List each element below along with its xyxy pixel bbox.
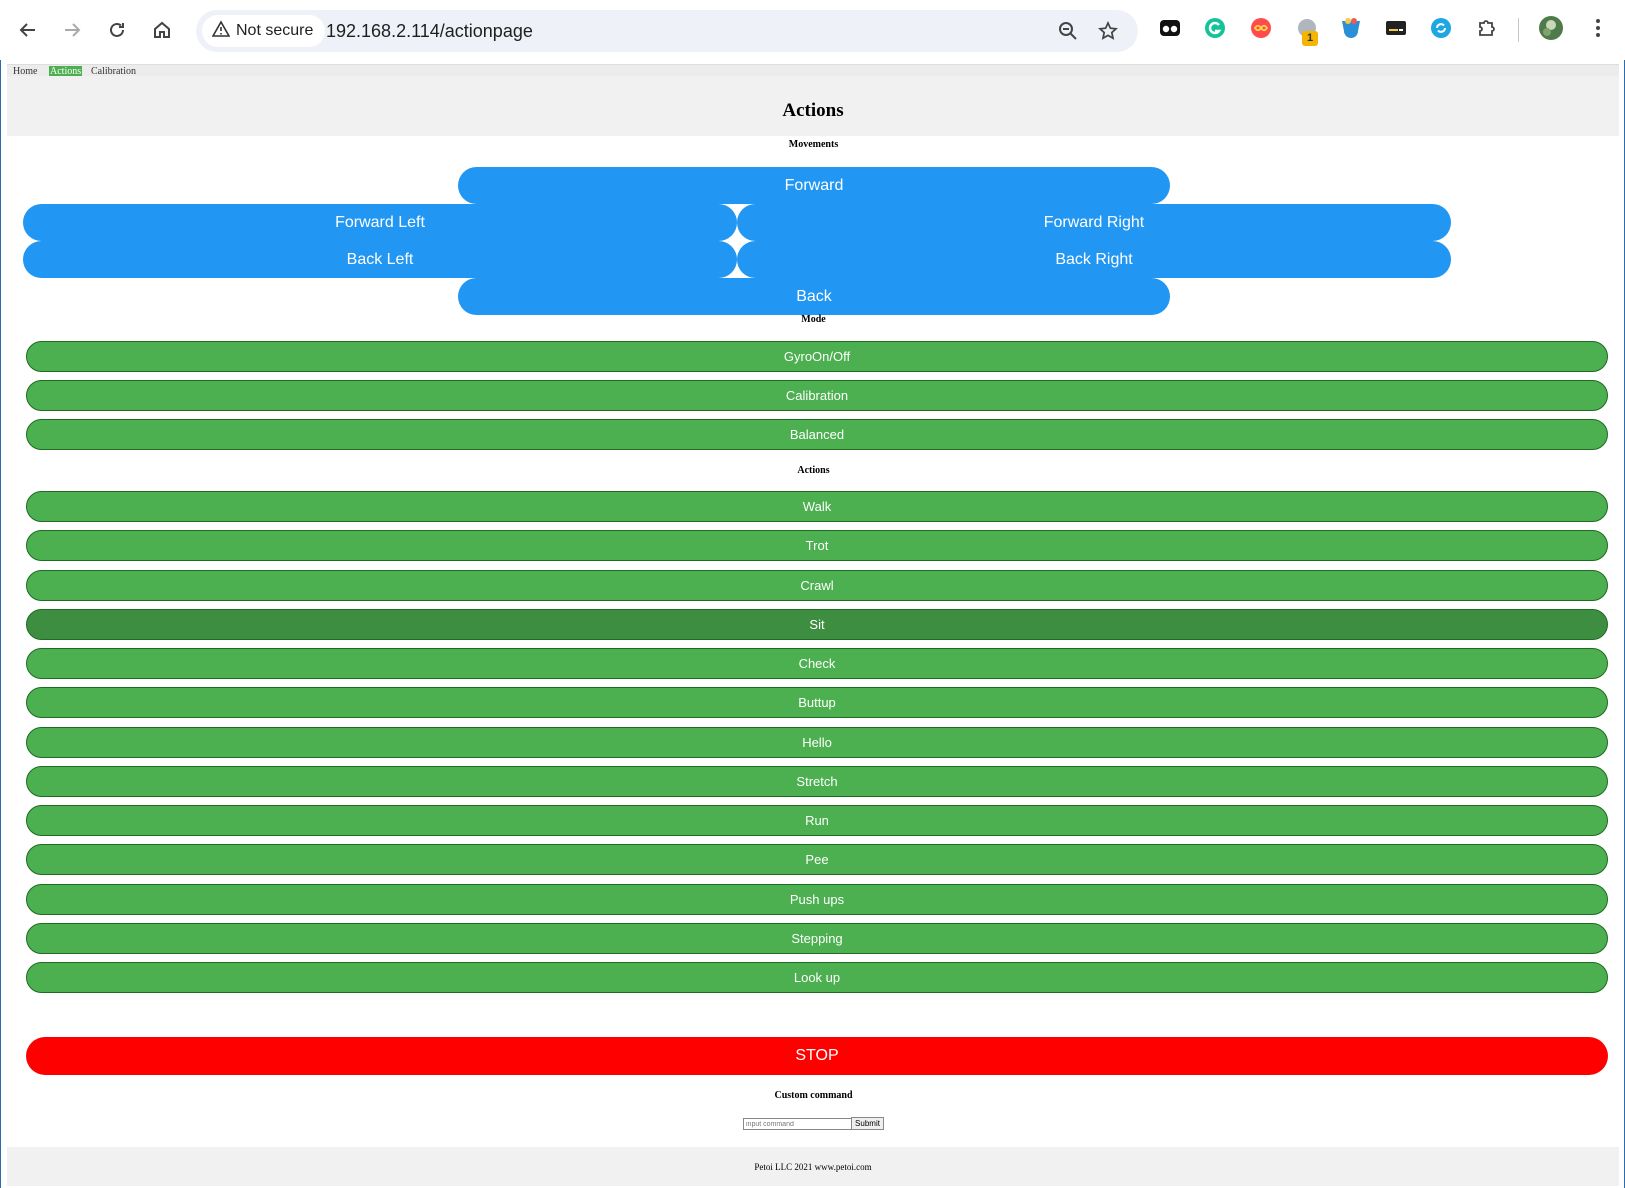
card-ext-icon[interactable] (1383, 15, 1409, 41)
back-right-button[interactable]: Back Right (737, 241, 1451, 278)
extension-tab-icon[interactable] (1157, 15, 1183, 41)
page-title: Actions (782, 100, 844, 121)
security-indicator[interactable]: Not secure (202, 15, 326, 47)
puzzle-icon[interactable] (1474, 15, 1500, 41)
action-button[interactable]: Check (26, 648, 1608, 679)
browser-toolbar: Not secure 192.168.2.114/actionpage 1 (0, 0, 1625, 60)
address-bar[interactable]: Not secure 192.168.2.114/actionpage (196, 10, 1138, 52)
menu-icon[interactable] (1585, 15, 1611, 41)
back-icon[interactable] (12, 14, 44, 46)
security-label: Not secure (236, 22, 314, 39)
star-icon[interactable] (1096, 19, 1120, 43)
section-label-movements: Movements (788, 139, 839, 150)
action-button[interactable]: Stretch (26, 765, 1608, 797)
mode-button[interactable]: Calibration (26, 380, 1608, 411)
custom-command-input[interactable] (743, 1118, 854, 1130)
action-button[interactable]: Run (26, 805, 1608, 836)
action-button[interactable]: Look up (26, 962, 1608, 993)
page-header: Actions (7, 76, 1619, 136)
globe-ext-icon[interactable] (1338, 15, 1364, 41)
footer-text: Petoi LLC 2021 www.petoi.com (754, 1162, 872, 1172)
section-label-actions: Actions (797, 465, 830, 476)
forward-icon[interactable] (56, 14, 88, 46)
action-button[interactable]: Pee (26, 844, 1608, 876)
reload-icon[interactable] (101, 14, 133, 46)
action-button[interactable]: Buttup (26, 687, 1608, 719)
mode-button[interactable]: GyroOn/Off (26, 341, 1608, 372)
toolbar-separator (1518, 18, 1519, 42)
mode-button[interactable]: Balanced (26, 419, 1608, 450)
forward-right-button[interactable]: Forward Right (737, 204, 1451, 241)
action-button[interactable]: Sit (26, 608, 1608, 640)
web-page: Home Actions Calibration Actions Movemen… (0, 60, 1625, 1188)
action-button[interactable]: Push ups (26, 883, 1608, 915)
sync-ext-icon[interactable] (1428, 15, 1454, 41)
action-button[interactable]: Stepping (26, 922, 1608, 954)
back-button[interactable]: Back (458, 278, 1170, 315)
url-text[interactable]: 192.168.2.114/actionpage (326, 21, 533, 42)
forward-button[interactable]: Forward (458, 167, 1170, 204)
grammarly-icon[interactable] (1202, 15, 1228, 41)
extension-badge-count: 1 (1302, 31, 1318, 46)
page-footer: Petoi LLC 2021 www.petoi.com (7, 1147, 1619, 1186)
section-label-mode: Mode (801, 314, 826, 325)
action-button[interactable]: Crawl (26, 569, 1608, 601)
home-icon[interactable] (146, 14, 178, 46)
section-label-custom-command: Custom command (774, 1090, 853, 1101)
action-button[interactable]: Walk (26, 491, 1608, 522)
custom-command-submit-button[interactable]: Submit (851, 1117, 884, 1130)
stop-button[interactable]: STOP (26, 1037, 1608, 1075)
infinity-icon[interactable] (1248, 15, 1274, 41)
profile-avatar[interactable] (1538, 15, 1564, 41)
warning-icon (211, 19, 231, 43)
action-button[interactable]: Trot (26, 530, 1608, 562)
forward-left-button[interactable]: Forward Left (23, 204, 737, 241)
zoom-icon[interactable] (1056, 19, 1080, 43)
action-button[interactable]: Hello (26, 726, 1608, 758)
back-left-button[interactable]: Back Left (23, 241, 737, 278)
